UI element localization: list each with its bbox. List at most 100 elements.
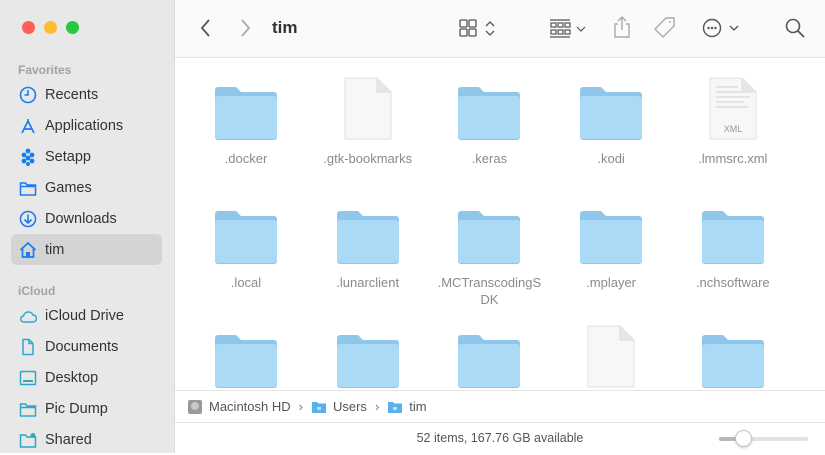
favorites-header: Favorites xyxy=(18,63,71,77)
folder-item[interactable]: .nchsoftware xyxy=(673,200,793,291)
share-icon[interactable] xyxy=(612,15,632,39)
path-segment[interactable]: Users xyxy=(333,399,367,414)
chevron-right-icon: › xyxy=(299,399,303,414)
sidebar-item-tim[interactable]: tim xyxy=(11,234,162,265)
folder-item[interactable]: .MCTranscodingSDK xyxy=(429,200,549,308)
clock-icon xyxy=(19,86,37,104)
sidebar-item-pic-dump[interactable]: Pic Dump xyxy=(11,393,162,424)
file-name: .gtk-bookmarks xyxy=(308,150,428,167)
close-button[interactable] xyxy=(22,21,35,34)
status-bar: 52 items, 167.76 GB available xyxy=(175,423,825,453)
window-title: tim xyxy=(272,18,298,38)
sidebar-item-label: Games xyxy=(45,180,92,196)
document-icon xyxy=(308,76,428,142)
sidebar-item-label: Shared xyxy=(45,432,92,448)
folder-item[interactable]: .kodi xyxy=(551,76,671,167)
document-icon xyxy=(19,338,37,356)
sidebar-item-label: Desktop xyxy=(45,370,98,386)
folder-item[interactable] xyxy=(186,324,306,390)
sidebar-item-desktop[interactable]: Desktop xyxy=(11,362,162,393)
sidebar-item-recents[interactable]: Recents xyxy=(11,79,162,110)
search-icon[interactable] xyxy=(785,18,807,40)
file-name: .docker xyxy=(186,150,306,167)
file-item[interactable]: .gtk-bookmarks xyxy=(308,76,428,167)
folder-item[interactable] xyxy=(308,324,428,390)
desktop-icon xyxy=(19,369,37,387)
sidebar-item-documents[interactable]: Documents xyxy=(11,331,162,362)
file-item[interactable] xyxy=(551,324,671,390)
path-segment[interactable]: Macintosh HD xyxy=(209,399,291,414)
svg-text:XML: XML xyxy=(724,124,743,134)
sidebar-item-icloud-drive[interactable]: iCloud Drive xyxy=(11,300,162,331)
folder-icon xyxy=(311,400,327,414)
path-segment[interactable]: tim xyxy=(409,399,426,414)
download-icon xyxy=(19,210,37,228)
folder-item[interactable]: .mplayer xyxy=(551,200,671,291)
folder-item[interactable]: .docker xyxy=(186,76,306,167)
sidebar-item-shared[interactable]: Shared xyxy=(11,424,162,455)
folder-item[interactable] xyxy=(673,324,793,390)
folder-icon xyxy=(19,179,37,197)
more-actions-icon[interactable] xyxy=(702,18,742,40)
folder-icon xyxy=(186,324,306,390)
minimize-button[interactable] xyxy=(44,21,57,34)
folder-icon xyxy=(551,200,671,266)
sidebar-item-applications[interactable]: Applications xyxy=(11,110,162,141)
file-name: .kodi xyxy=(551,150,671,167)
file-name: .mplayer xyxy=(551,274,671,291)
shared-folder-icon xyxy=(19,431,37,449)
file-name: .nchsoftware xyxy=(673,274,793,291)
sidebar-item-games[interactable]: Games xyxy=(11,172,162,203)
sidebar-item-downloads[interactable]: Downloads xyxy=(11,203,162,234)
cloud-icon xyxy=(19,307,37,325)
folder-icon xyxy=(308,200,428,266)
folder-icon xyxy=(308,324,428,390)
folder-icon xyxy=(429,200,549,266)
sidebar-item-label: Downloads xyxy=(45,211,117,227)
folder-item[interactable] xyxy=(429,324,549,390)
window-controls xyxy=(22,21,79,34)
sidebar-item-label: Applications xyxy=(45,118,123,134)
folder-icon xyxy=(429,324,549,390)
path-bar: Macintosh HD › Users › tim xyxy=(175,390,825,423)
sidebar-item-label: Recents xyxy=(45,87,98,103)
setapp-icon xyxy=(19,148,37,166)
view-grid-icon[interactable] xyxy=(459,19,499,39)
sidebar: Favorites Recents Applications Setapp Games… xyxy=(0,0,175,453)
file-item[interactable]: XML .lmmsrc.xml xyxy=(673,76,793,167)
folder-item[interactable]: .lunarclient xyxy=(308,200,428,291)
slider-knob[interactable] xyxy=(735,430,752,447)
toolbar: tim xyxy=(175,0,825,58)
file-name: .lmmsrc.xml xyxy=(673,150,793,167)
back-icon[interactable] xyxy=(199,18,213,38)
sidebar-item-setapp[interactable]: Setapp xyxy=(11,141,162,172)
document-icon: XML xyxy=(673,76,793,142)
sidebar-item-label: Pic Dump xyxy=(45,401,108,417)
group-icon[interactable] xyxy=(550,19,590,39)
folder-icon xyxy=(19,400,37,418)
hard-drive-icon xyxy=(187,399,203,415)
icloud-header: iCloud xyxy=(18,284,55,298)
applications-icon xyxy=(19,117,37,135)
zoom-button[interactable] xyxy=(66,21,79,34)
folder-icon xyxy=(673,200,793,266)
folder-item[interactable]: .local xyxy=(186,200,306,291)
sidebar-item-label: Documents xyxy=(45,339,118,355)
icon-size-slider[interactable] xyxy=(719,437,808,441)
document-icon xyxy=(551,324,671,390)
folder-item[interactable]: .keras xyxy=(429,76,549,167)
home-icon xyxy=(19,241,37,259)
folder-icon xyxy=(673,324,793,390)
forward-icon[interactable] xyxy=(238,18,252,38)
tag-icon[interactable] xyxy=(653,16,677,40)
file-grid: .docker.gtk-bookmarks.keras.kodi XML .lmms… xyxy=(175,58,825,390)
file-name: .MCTranscodingSDK xyxy=(429,274,549,308)
folder-icon xyxy=(387,400,403,414)
sidebar-item-label: iCloud Drive xyxy=(45,308,124,324)
sidebar-item-label: tim xyxy=(45,242,64,258)
file-name: .local xyxy=(186,274,306,291)
file-name: .keras xyxy=(429,150,549,167)
sidebar-item-label: Setapp xyxy=(45,149,91,165)
chevron-right-icon: › xyxy=(375,399,379,414)
folder-icon xyxy=(429,76,549,142)
